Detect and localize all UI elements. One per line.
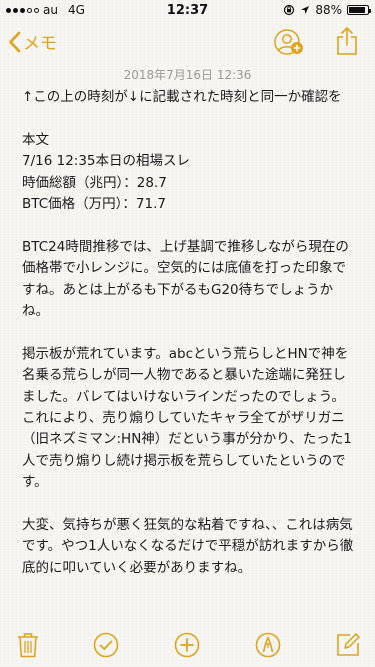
battery-fill	[349, 7, 365, 13]
navigation-bar: メモ	[0, 20, 375, 64]
note-paragraph: BTC24時間推移では、上げ基調で推移しながら現在の価格帯で小レンジに。空気的に…	[22, 238, 349, 320]
note-paragraph: 本文	[22, 131, 49, 148]
trash-icon	[18, 633, 38, 658]
note-paragraph: ↑この上の時刻が↓に記載された時刻と同一か確認を	[22, 89, 342, 105]
compose-button[interactable]	[330, 627, 366, 663]
bottom-toolbar	[0, 623, 375, 667]
note-paragraph: 7/16 12:35本日の相場スレ	[22, 153, 191, 170]
back-button[interactable]: メモ	[8, 29, 57, 54]
note-paragraph: 時価総額（兆円）：28.7	[22, 174, 167, 191]
status-right: 88%	[283, 3, 371, 17]
back-label: メモ	[23, 34, 57, 54]
delete-button[interactable]	[10, 627, 46, 663]
location-arrow-icon	[301, 6, 310, 14]
add-button[interactable]	[169, 627, 205, 663]
note-content[interactable]: ↑この上の時刻が↓に記載された時刻と同一か確認を 本文 7/16 12:35本日の相…	[22, 87, 357, 579]
note-paragraph: 大変、気持ちが悪く狂気的な粘着ですね、、これは病気です。やつ1人いなくなるだけで…	[22, 517, 354, 576]
add-person-button[interactable]	[273, 28, 305, 60]
battery-icon	[347, 5, 371, 15]
share-button[interactable]	[335, 26, 359, 60]
add-person-icon	[274, 29, 303, 55]
battery-percent: 88%	[315, 3, 342, 17]
plus-circle-icon	[174, 632, 200, 658]
status-bar: au 4G 12:37 88%	[0, 0, 375, 20]
orientation-lock-icon	[284, 4, 295, 16]
compose-icon	[337, 633, 360, 656]
pen-marker-icon	[255, 632, 281, 658]
note-paragraph: BTC価格（万円）：71.7	[22, 196, 166, 213]
note-date: 2018年7月16日 12:36	[123, 68, 252, 82]
share-icon	[337, 27, 357, 55]
checkmark-circle-icon	[93, 632, 119, 658]
note-paragraph: 掲示板が荒れています。abcという荒らしとHNで神を名乗る荒らしが同一人物である…	[22, 345, 352, 491]
checklist-button[interactable]	[88, 627, 124, 663]
chevron-left-icon	[9, 31, 21, 52]
sketch-button[interactable]	[250, 627, 286, 663]
